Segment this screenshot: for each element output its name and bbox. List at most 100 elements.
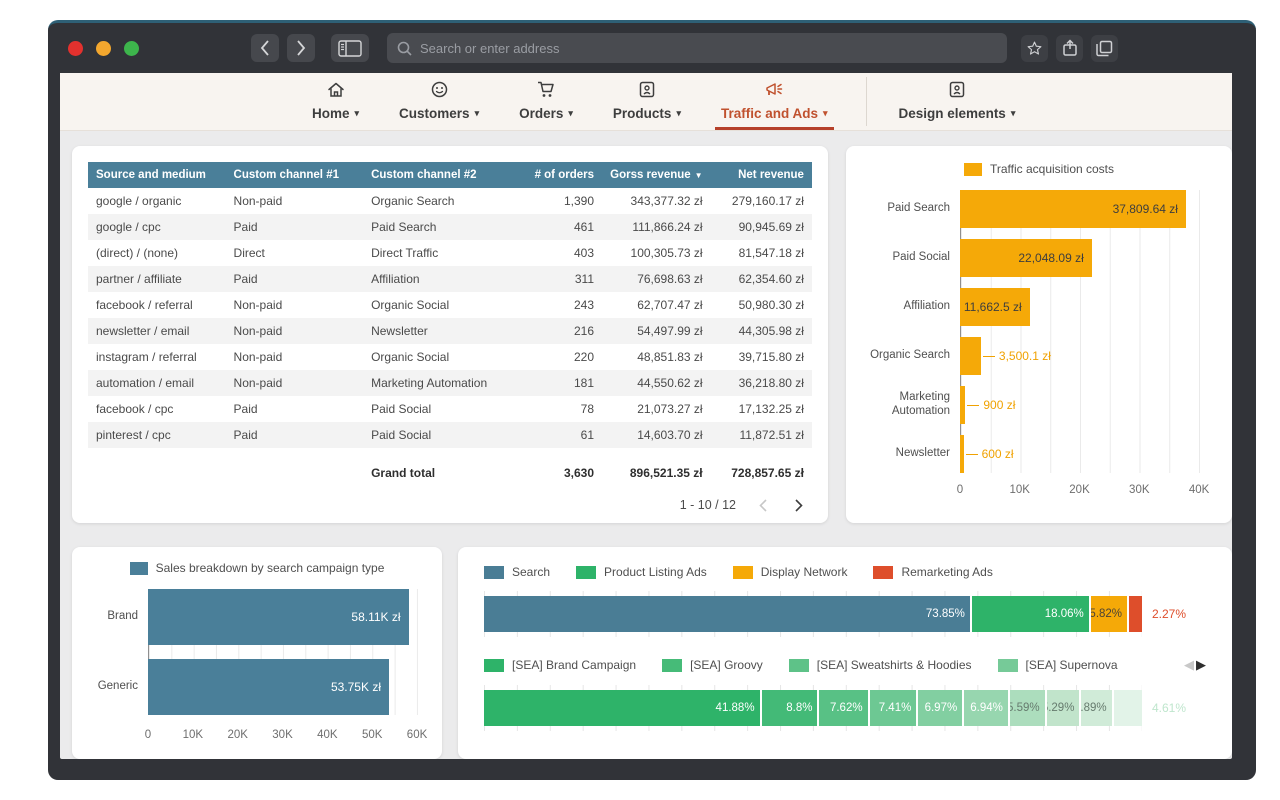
value-label: 22,048.09 zł	[1018, 251, 1083, 265]
table-cell: 39,715.80 zł	[711, 344, 812, 370]
value-label: 53.75K zł	[331, 680, 381, 694]
dashboard-content: Source and mediumCustom channel #1Custom…	[60, 131, 1232, 758]
share-button[interactable]	[1056, 35, 1083, 62]
column-header[interactable]: Gorss revenue▼	[602, 162, 711, 188]
value-label: 600 zł	[964, 447, 1014, 461]
legend-item: [SEA] Supernova	[998, 658, 1118, 672]
bar-row: Affiliation11,662.5 zł	[960, 288, 1214, 326]
bar-segment: 4.89%	[1079, 690, 1111, 726]
legend-item: Search	[484, 565, 550, 579]
tabs-icon	[1096, 40, 1113, 57]
minimize-window-button[interactable]	[96, 41, 111, 56]
zoom-window-button[interactable]	[124, 41, 139, 56]
active-tab-underline	[715, 127, 834, 130]
nav-item-customers[interactable]: Customers▾	[397, 73, 481, 130]
grand-total-orders: 3,630	[515, 462, 602, 484]
bar: 37,809.64 zł	[960, 190, 1186, 228]
previous-page-button[interactable]	[754, 496, 772, 514]
nav-item-home[interactable]: Home▾	[310, 73, 361, 130]
chart-legend: Traffic acquisition costs	[864, 162, 1214, 176]
legend-swatch	[484, 566, 504, 579]
bar: 3,500.1 zł	[960, 337, 981, 375]
table-cell: 62,707.47 zł	[602, 292, 711, 318]
bookmark-button[interactable]	[1021, 35, 1048, 62]
legend-label: [SEA] Supernova	[1026, 658, 1118, 672]
table-body: google / organicNon-paidOrganic Search1,…	[88, 188, 812, 448]
carousel-previous-button[interactable]: ◀	[1184, 657, 1194, 673]
pagination-range: 1 - 10 / 12	[680, 498, 736, 512]
bar: 53.75K zł	[148, 659, 389, 715]
legend-item: Product Listing Ads	[576, 565, 707, 579]
legend-label: Product Listing Ads	[604, 565, 707, 579]
grand-total-label: Grand total	[363, 462, 515, 484]
axis-tick-label: 30K	[1129, 484, 1149, 496]
sidebar-toggle-button[interactable]	[331, 34, 369, 62]
nav-item-products[interactable]: Products▾	[611, 73, 683, 130]
tabs-button[interactable]	[1091, 35, 1118, 62]
column-header[interactable]: Net revenue	[711, 162, 812, 188]
legend-swatch	[733, 566, 753, 579]
table-cell: Non-paid	[226, 370, 364, 396]
nav-divider	[866, 77, 867, 126]
column-header[interactable]: # of orders	[515, 162, 602, 188]
sort-desc-icon: ▼	[695, 171, 703, 180]
axis-tick-label: 10K	[1010, 484, 1030, 496]
design-tag-icon	[949, 81, 965, 103]
axis-tick-label: 60K	[407, 729, 427, 741]
table-cell: Organic Social	[363, 344, 515, 370]
carousel-next-button[interactable]: ▶	[1196, 657, 1206, 673]
table-cell: Non-paid	[226, 318, 364, 344]
table-cell: Direct Traffic	[363, 240, 515, 266]
next-page-button[interactable]	[790, 496, 808, 514]
search-input[interactable]	[420, 41, 997, 56]
bar-segment: 5.29%	[1045, 690, 1080, 726]
value-label: 37,809.64 zł	[1113, 202, 1178, 216]
bar-segment	[1127, 596, 1142, 632]
nav-item-label: Customers	[399, 106, 470, 121]
main-navigation: Home▾ Customers▾ Orders▾ Products▾ Traffic a…	[60, 73, 1232, 131]
bar: 58.11K zł	[148, 589, 409, 645]
table-cell: Paid	[226, 422, 364, 448]
address-bar[interactable]	[387, 33, 1007, 63]
browser-window: Home▾ Customers▾ Orders▾ Products▾ Traffic a…	[48, 20, 1256, 780]
nav-item-design-elements[interactable]: Design elements▾	[897, 73, 1018, 130]
home-icon	[327, 81, 345, 103]
nav-item-traffic-and-ads[interactable]: Traffic and Ads▾	[719, 73, 830, 130]
bar-row: Organic Search3,500.1 zł	[960, 337, 1214, 375]
sales-breakdown-chart-card: Sales breakdown by search campaign type B…	[72, 547, 442, 759]
value-label: 58.11K zł	[351, 610, 400, 624]
bar-row: Brand58.11K zł	[148, 589, 426, 645]
table-cell: 216	[515, 318, 602, 344]
forward-button[interactable]	[287, 34, 315, 62]
table-cell: 44,550.62 zł	[602, 370, 711, 396]
back-button[interactable]	[251, 34, 279, 62]
column-header[interactable]: Source and medium	[88, 162, 226, 188]
legend-label: Remarketing Ads	[901, 565, 992, 579]
table-cell: 54,497.99 zł	[602, 318, 711, 344]
label-connector	[966, 454, 978, 455]
stacked-bar: 73.85%18.06%5.82%	[484, 596, 1142, 632]
close-window-button[interactable]	[68, 41, 83, 56]
table-cell: facebook / cpc	[88, 396, 226, 422]
sidebar-icon	[338, 40, 362, 57]
axis-tick-label: 0	[957, 484, 963, 496]
table-row: automation / emailNon-paidMarketing Auto…	[88, 370, 812, 396]
table-cell: Organic Search	[363, 188, 515, 214]
table-cell: partner / affiliate	[88, 266, 226, 292]
plot-area: Paid Search37,809.64 złPaid Social22,048…	[960, 190, 1214, 473]
table-cell: Non-paid	[226, 344, 364, 370]
chevron-right-icon	[795, 499, 803, 512]
table-row: google / organicNon-paidOrganic Search1,…	[88, 188, 812, 214]
search-icon	[397, 41, 412, 56]
table-cell: Paid	[226, 266, 364, 292]
legend-label: Sales breakdown by search campaign type	[156, 561, 385, 575]
legend-label: Traffic acquisition costs	[990, 162, 1114, 176]
bar-segment: 7.62%	[817, 690, 867, 726]
column-header[interactable]: Custom channel #1	[226, 162, 364, 188]
column-header[interactable]: Custom channel #2	[363, 162, 515, 188]
table-row: google / cpcPaidPaid Search461111,866.24…	[88, 214, 812, 240]
nav-item-orders[interactable]: Orders▾	[517, 73, 575, 130]
traffic-acquisition-costs-chart-card: Traffic acquisition costs Paid Search37,8…	[846, 146, 1232, 523]
table-header-row: Source and mediumCustom channel #1Custom…	[88, 162, 812, 188]
stacked-chart-legend: SearchProduct Listing AdsDisplay Network…	[484, 565, 1206, 579]
